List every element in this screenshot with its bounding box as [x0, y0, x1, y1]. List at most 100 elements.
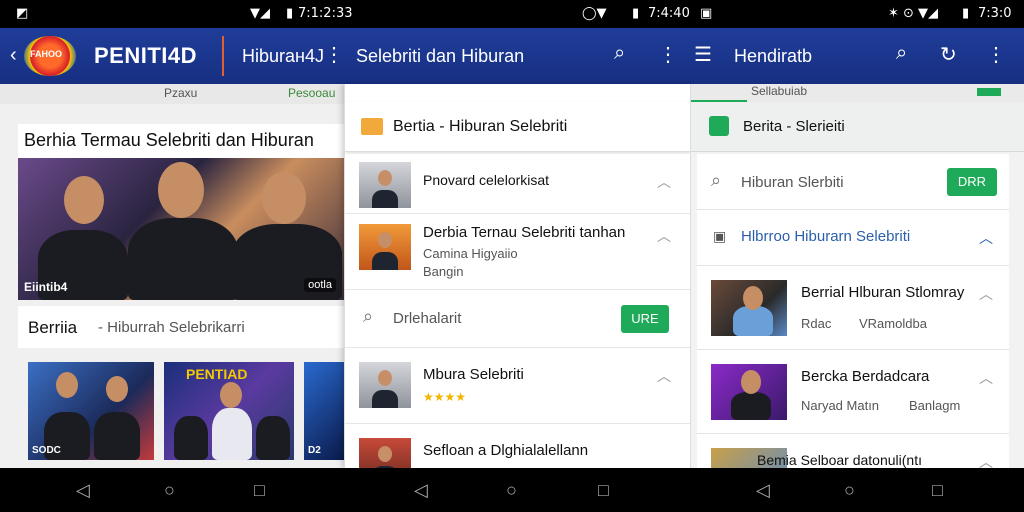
tab-badge — [977, 88, 1001, 96]
chevron-up-icon[interactable]: ︿ — [979, 368, 993, 388]
chevron-up-icon[interactable]: ︿ — [979, 284, 993, 304]
folder-icon — [361, 118, 383, 135]
panel-right: Sellabuiab Berita - Slerieiti ⌕ Hiburan … — [690, 84, 1024, 468]
search-button[interactable]: DRR — [947, 168, 997, 196]
nav-home-icon[interactable]: ○ — [844, 480, 855, 501]
list-item-subtitle: Camina Higyaiio — [423, 246, 518, 261]
search-input[interactable]: Hiburan Slerbiti — [741, 174, 844, 191]
nav-back-icon[interactable]: ◁ — [414, 480, 428, 501]
battery-icon: ▮ — [962, 6, 970, 21]
section-header: Berriia - Hiburrah Selebrikarri — [18, 306, 344, 348]
chevron-up-icon[interactable]: ︿ — [657, 172, 671, 192]
nav-back-icon[interactable]: ◁ — [76, 480, 90, 501]
wifi-icon: ▼◢ — [250, 6, 270, 21]
person-figure — [731, 392, 771, 420]
status-time-3: 7:3:0 — [978, 6, 1012, 21]
menu-icon[interactable]: ☰ — [694, 42, 712, 67]
section-title[interactable]: Hiburaн4J — [242, 46, 324, 67]
avatar — [359, 362, 411, 408]
headline[interactable]: Berhia Termau Selebriti dan Hiburan — [18, 124, 344, 158]
battery-icon: ▮ — [286, 6, 294, 21]
section-header[interactable]: ▣ Hlbrroo Hiburarn Selebriti ︿ — [697, 210, 1009, 266]
tab-strip: Sellabuiab — [691, 84, 1024, 104]
tab-label[interactable]: Pzaxu — [164, 86, 197, 100]
thumbnail-card[interactable]: SODC — [28, 362, 154, 460]
person-figure — [174, 416, 208, 460]
person-figure — [128, 218, 238, 300]
news-title: Berrial Hlburan Stlomray — [801, 284, 965, 301]
list-item[interactable]: Sefloan a Dlghialalellann — [345, 424, 690, 468]
logo-text: FAHOO — [30, 49, 63, 59]
hero-badge: ootla — [304, 278, 336, 292]
image-icon: ▣ — [700, 6, 713, 21]
list-item[interactable]: Mbura Selebriti ★★★★ ︿ — [345, 348, 690, 424]
section-subtitle: - Hiburrah Selebrikarri — [98, 319, 245, 336]
search-bar: ⌕ Drlehalarit URE — [345, 290, 690, 348]
thumbnail-caption: D2 — [308, 445, 321, 456]
search-button[interactable]: URE — [621, 305, 669, 333]
news-card[interactable]: Bemia Selboar datonuli(ntı ︿ — [697, 434, 1009, 468]
person-figure — [733, 306, 773, 336]
person-head — [741, 370, 761, 394]
person-figure — [94, 412, 140, 460]
news-card[interactable]: Berrial Hlburan Stlomray Rdac VRamoldba … — [697, 266, 1009, 350]
notification-icon: ◩ — [16, 6, 29, 21]
nav-home-icon[interactable]: ○ — [164, 480, 175, 501]
hero-image[interactable]: Eiintib4 ootla — [18, 158, 344, 300]
page-title: Selebriti dan Hiburan — [356, 46, 525, 66]
news-meta: Banlagm — [909, 398, 961, 413]
person-head — [158, 162, 204, 218]
back-arrow-icon[interactable]: ‹ — [10, 44, 17, 67]
chevron-up-icon[interactable]: ︿ — [979, 452, 993, 468]
search-icon[interactable]: ⌕ — [896, 42, 907, 65]
search-icon[interactable]: ⌕ — [614, 42, 625, 65]
chevron-up-icon[interactable]: ︿ — [979, 228, 993, 248]
app-logo[interactable]: FAHOO — [24, 36, 76, 76]
more-vert-icon[interactable]: ⋮ — [658, 42, 678, 67]
nav-recents-icon[interactable]: □ — [932, 480, 943, 501]
wifi-icon: ◯▼ — [582, 6, 607, 21]
person-figure — [212, 408, 252, 460]
nav-recents-icon[interactable]: □ — [254, 480, 265, 501]
search-icon: ⌕ — [711, 170, 722, 190]
avatar — [359, 162, 411, 208]
search-input[interactable]: Drlehalarit — [393, 310, 461, 327]
section-icon: ▣ — [713, 228, 727, 244]
thumbnail-card[interactable]: PENTIAD — [164, 362, 294, 460]
news-source: Naryad Matın — [801, 398, 880, 413]
thumbnail-card[interactable]: D2 — [304, 362, 344, 460]
list-item[interactable]: Derbia Ternau Selebriti tanhan Camina Hi… — [345, 214, 690, 290]
news-card[interactable]: Bercka Berdadcara Naryad Matın Banlagm ︿ — [697, 350, 1009, 434]
nav-back-icon[interactable]: ◁ — [756, 480, 770, 501]
person-head — [56, 372, 78, 398]
tab-label[interactable]: Pesooau — [288, 86, 335, 100]
news-title: Bemia Selboar datonuli(ntı — [757, 452, 922, 468]
nav-recents-icon[interactable]: □ — [598, 480, 609, 501]
nav-home-icon[interactable]: ○ — [506, 480, 517, 501]
person-head — [743, 286, 763, 310]
more-vert-icon[interactable]: ⋮ — [986, 42, 1006, 67]
tab-label[interactable]: Sellabuiab — [751, 84, 807, 98]
person-head — [64, 176, 104, 224]
thumbnail — [711, 280, 787, 336]
person-head — [262, 172, 306, 224]
section-title: Berriia — [28, 318, 78, 337]
panel-header: Berita - Slerieiti — [691, 102, 1024, 152]
person-figure — [256, 416, 290, 460]
avatar — [359, 438, 411, 468]
more-vert-icon[interactable]: ⋮ — [324, 42, 344, 67]
news-title: Bercka Berdadcara — [801, 368, 930, 385]
list-item-title: Pnovard celelorkisat — [423, 172, 550, 188]
battery-icon: ▮ — [632, 6, 640, 21]
chevron-up-icon[interactable]: ︿ — [657, 226, 671, 246]
search-icon: ⌕ — [363, 306, 374, 326]
thumbnail-title: PENTIAD — [186, 366, 248, 382]
avatar — [359, 224, 411, 270]
list-item[interactable]: Pnovard celelorkisat ︿ — [345, 154, 690, 214]
list-item-title: Sefloan a Dlghialalellann — [423, 442, 589, 459]
panel-title: Berita - Slerieiti — [743, 118, 845, 135]
divider — [222, 36, 224, 76]
chevron-up-icon[interactable]: ︿ — [657, 366, 671, 386]
app-bar: ‹ FAHOO PENITI4D Hiburaн4J ⋮ Selebriti d… — [0, 28, 1024, 84]
refresh-icon[interactable]: ↻ — [940, 42, 957, 67]
